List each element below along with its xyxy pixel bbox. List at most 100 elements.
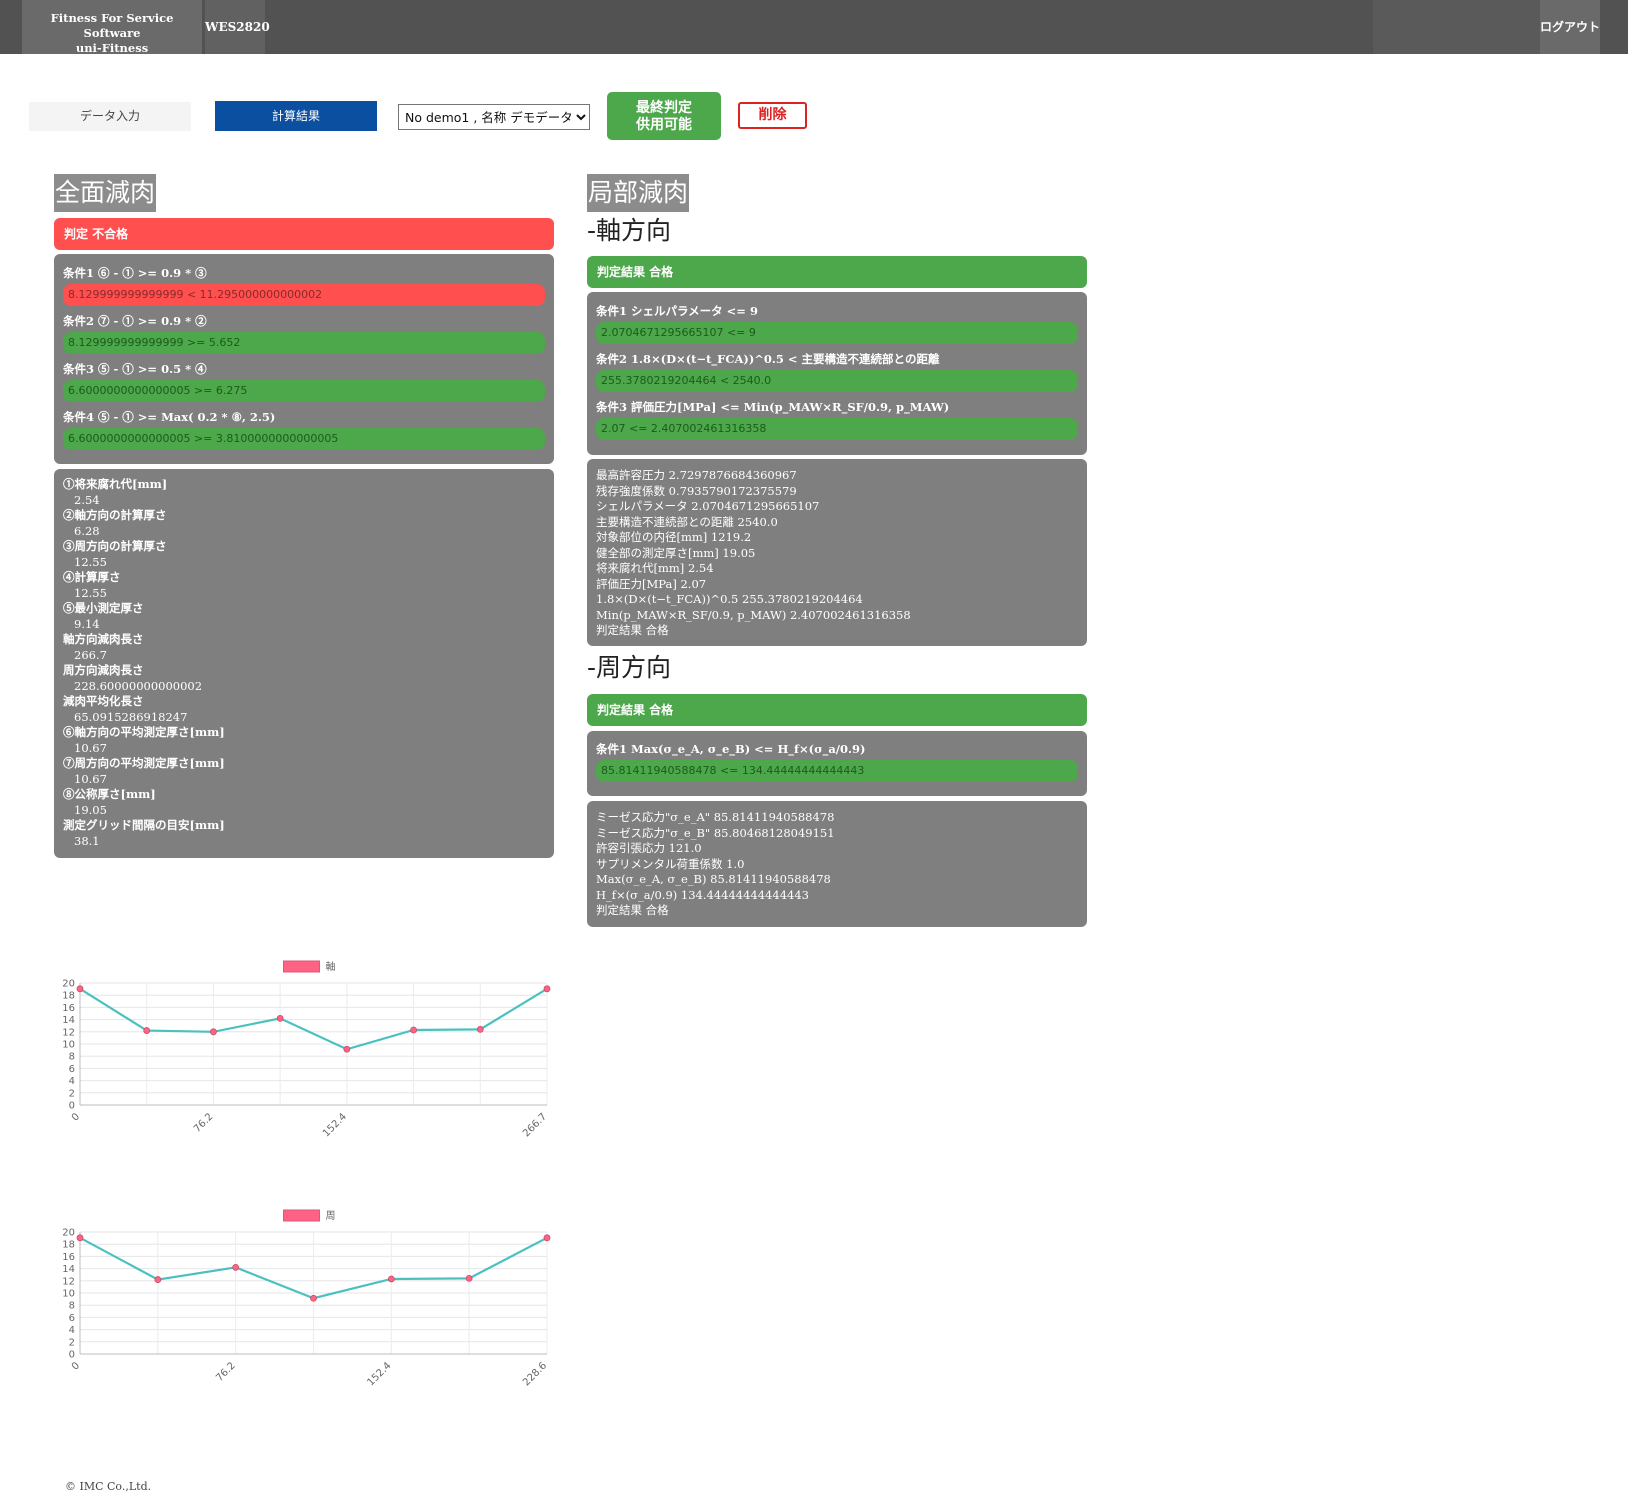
param-row: ①将来腐れ代[mm] 2.54 [63, 477, 225, 508]
record-select[interactable]: No demo1 , 名称 デモデータ1 [398, 104, 590, 130]
data-point[interactable] [343, 1045, 351, 1053]
data-point[interactable] [232, 1263, 240, 1271]
final-judgement-button[interactable]: 最終判定 供用可能 [607, 92, 721, 140]
y-tick-label: 20 [62, 1228, 75, 1239]
info-line: H_f×(σ_a/0.9) 134.44444444444443 [596, 887, 809, 902]
info-line: 判定結果 合格 [596, 623, 669, 637]
info-line: Max(σ_e_A, σ_e_B) 85.81411940588478 [596, 872, 831, 886]
data-point[interactable] [543, 985, 551, 993]
info-line: 対象部位の内径[mm] 1219.2 [596, 530, 752, 544]
y-tick-label: 6 [69, 1064, 75, 1075]
data-point[interactable] [76, 1234, 84, 1242]
data-point[interactable] [476, 1025, 484, 1033]
info-line: 許容引張応力 121.0 [596, 841, 702, 855]
tab-calc-result[interactable]: 計算結果 [215, 101, 377, 131]
data-point[interactable] [410, 1026, 417, 1034]
y-tick-label: 16 [62, 1252, 75, 1263]
legend-label[interactable]: 軸 [326, 960, 336, 973]
legend-swatch[interactable] [283, 960, 320, 973]
circ-conditions-panel: 条件1 Max(σ_e_A, σ_e_B) <= H_f×(σ_a/0.9) 8… [587, 731, 1087, 796]
info-line: 主要構造不連続部との距離 2540.0 [596, 514, 778, 529]
x-tick-label: 76.2 [214, 1360, 238, 1384]
y-tick-label: 4 [69, 1076, 75, 1087]
axial-info-panel: 最高許容圧力 2.7297876684360967 残存強度係数 0.79357… [587, 459, 1087, 646]
general-section-title: 全面減肉 [54, 174, 157, 212]
axial-verdict: 判定結果 合格 [587, 256, 1087, 288]
legend-swatch[interactable] [283, 1209, 320, 1222]
data-point[interactable] [276, 1014, 284, 1022]
param-value: 10.67 [74, 740, 107, 755]
y-tick-label: 0 [69, 1350, 75, 1361]
y-tick-label: 18 [62, 991, 75, 1002]
param-row: ⑤最小測定厚さ 9.14 [63, 601, 225, 632]
param-row: 軸方向減肉長さ 266.7 [63, 632, 225, 663]
param-label: 減肉平均化長さ [63, 694, 144, 708]
param-label: ②軸方向の計算厚さ [63, 508, 167, 522]
param-label: 周方向減肉長さ [63, 663, 144, 677]
info-line: ミーゼス応力"σ_e_A" 85.81411940588478 [596, 810, 835, 824]
module-name[interactable]: WES2820 [205, 0, 270, 54]
legend-label[interactable]: 周 [326, 1210, 336, 1222]
series-line [79, 987, 548, 1051]
axial-info-list: 最高許容圧力 2.7297876684360967 残存強度係数 0.79357… [596, 468, 911, 639]
data-point[interactable] [387, 1275, 395, 1283]
condition-label: 条件1 シェルパラメータ <= 9 [596, 304, 758, 318]
param-label: ③周方向の計算厚さ [63, 539, 167, 553]
data-point[interactable] [210, 1028, 217, 1036]
param-label: ⑧公称厚さ[mm] [63, 787, 156, 801]
param-label: ①将来腐れ代[mm] [63, 477, 168, 491]
y-tick-label: 4 [69, 1325, 75, 1336]
info-line: 残存強度係数 0.7935790172375579 [596, 483, 797, 498]
condition-label: 条件3 ⑤ - ① >= 0.5 * ④ [63, 362, 207, 376]
param-label: ④計算厚さ [63, 570, 121, 584]
delete-button[interactable]: 削除 [738, 102, 807, 129]
condition-value: 2.0704671295665107 <= 9 [596, 322, 1078, 344]
param-value: 228.60000000000002 [74, 678, 203, 693]
condition-label: 条件1 ⑥ - ① >= 0.9 * ③ [63, 266, 207, 280]
circ-info-panel: ミーゼス応力"σ_e_A" 85.81411940588478 ミーゼス応力"σ… [587, 801, 1087, 927]
condition-label: 条件4 ⑤ - ① >= Max( 0.2 * ⑧, 2.5) [63, 410, 276, 424]
y-tick-label: 10 [62, 1040, 75, 1051]
condition-label: 条件1 Max(σ_e_A, σ_e_B) <= H_f×(σ_a/0.9) [596, 742, 866, 756]
y-tick-label: 16 [62, 1003, 75, 1014]
y-tick-label: 18 [62, 1240, 75, 1251]
param-label: ⑤最小測定厚さ [63, 601, 144, 615]
x-tick-label: 152.4 [321, 1111, 349, 1139]
brand-logo[interactable]: Fitness For Service Software uni-Fitness [22, 0, 202, 55]
general-verdict: 判定 不合格 [54, 218, 554, 250]
logout-button[interactable]: ログアウト [1540, 0, 1600, 54]
data-point[interactable] [143, 1027, 151, 1034]
condition-value: 6.6000000000000005 >= 3.8100000000000005 [63, 428, 545, 450]
y-tick-label: 2 [69, 1088, 75, 1099]
data-point[interactable] [465, 1274, 473, 1282]
axial-conditions-panel: 条件1 シェルパラメータ <= 9 2.0704671295665107 <= … [587, 292, 1087, 455]
copyright: © IMC Co.,Ltd. [65, 1480, 152, 1493]
circ-thickness-chart: 周 0 246810 1214161820 0 76.2 152.4 228.6 [62, 1209, 551, 1388]
axial-thickness-chart: 軸 0 246810 1214161820 0 76.2 152.4 266.7 [62, 960, 551, 1139]
data-point[interactable] [154, 1276, 162, 1283]
brand-name: Fitness For Service Software [50, 11, 174, 40]
tab-data-input[interactable]: データ入力 [29, 102, 191, 131]
condition-value: 2.07 <= 2.407002461316358 [596, 418, 1078, 440]
condition-label: 条件2 1.8×(D×(t−t_FCA))^0.5 < 主要構造不連続部との距離 [596, 352, 940, 366]
y-tick-label: 8 [69, 1301, 75, 1312]
data-point[interactable] [310, 1294, 317, 1302]
y-tick-label: 12 [62, 1276, 75, 1287]
param-value: 266.7 [74, 647, 107, 662]
info-line: Min(p_MAW×R_SF/0.9, p_MAW) 2.40700246131… [596, 607, 911, 622]
param-row: ⑦周方向の平均測定厚さ[mm] 10.67 [63, 756, 225, 787]
circ-verdict: 判定結果 合格 [587, 694, 1087, 726]
param-label: 軸方向減肉長さ [63, 632, 144, 646]
brand-product: uni-Fitness [75, 41, 149, 55]
param-label: 測定グリッド間隔の目安[mm] [63, 818, 225, 832]
y-tick-label: 6 [69, 1313, 75, 1324]
circ-info-list: ミーゼス応力"σ_e_A" 85.81411940588478 ミーゼス応力"σ… [596, 810, 835, 919]
general-conditions-panel: 条件1 ⑥ - ① >= 0.9 * ③ 8.129999999999999 <… [54, 254, 554, 464]
param-row: 測定グリッド間隔の目安[mm] 38.1 [63, 818, 225, 849]
data-point[interactable] [76, 985, 84, 993]
info-line: 健全部の測定厚さ[mm] 19.05 [596, 545, 756, 560]
general-params-panel: ①将来腐れ代[mm] 2.54 ②軸方向の計算厚さ 6.28 ③周方向の計算厚さ 12… [54, 469, 554, 858]
data-point[interactable] [543, 1234, 551, 1242]
param-row: ④計算厚さ 12.55 [63, 570, 225, 601]
y-tick-label: 12 [62, 1027, 75, 1038]
